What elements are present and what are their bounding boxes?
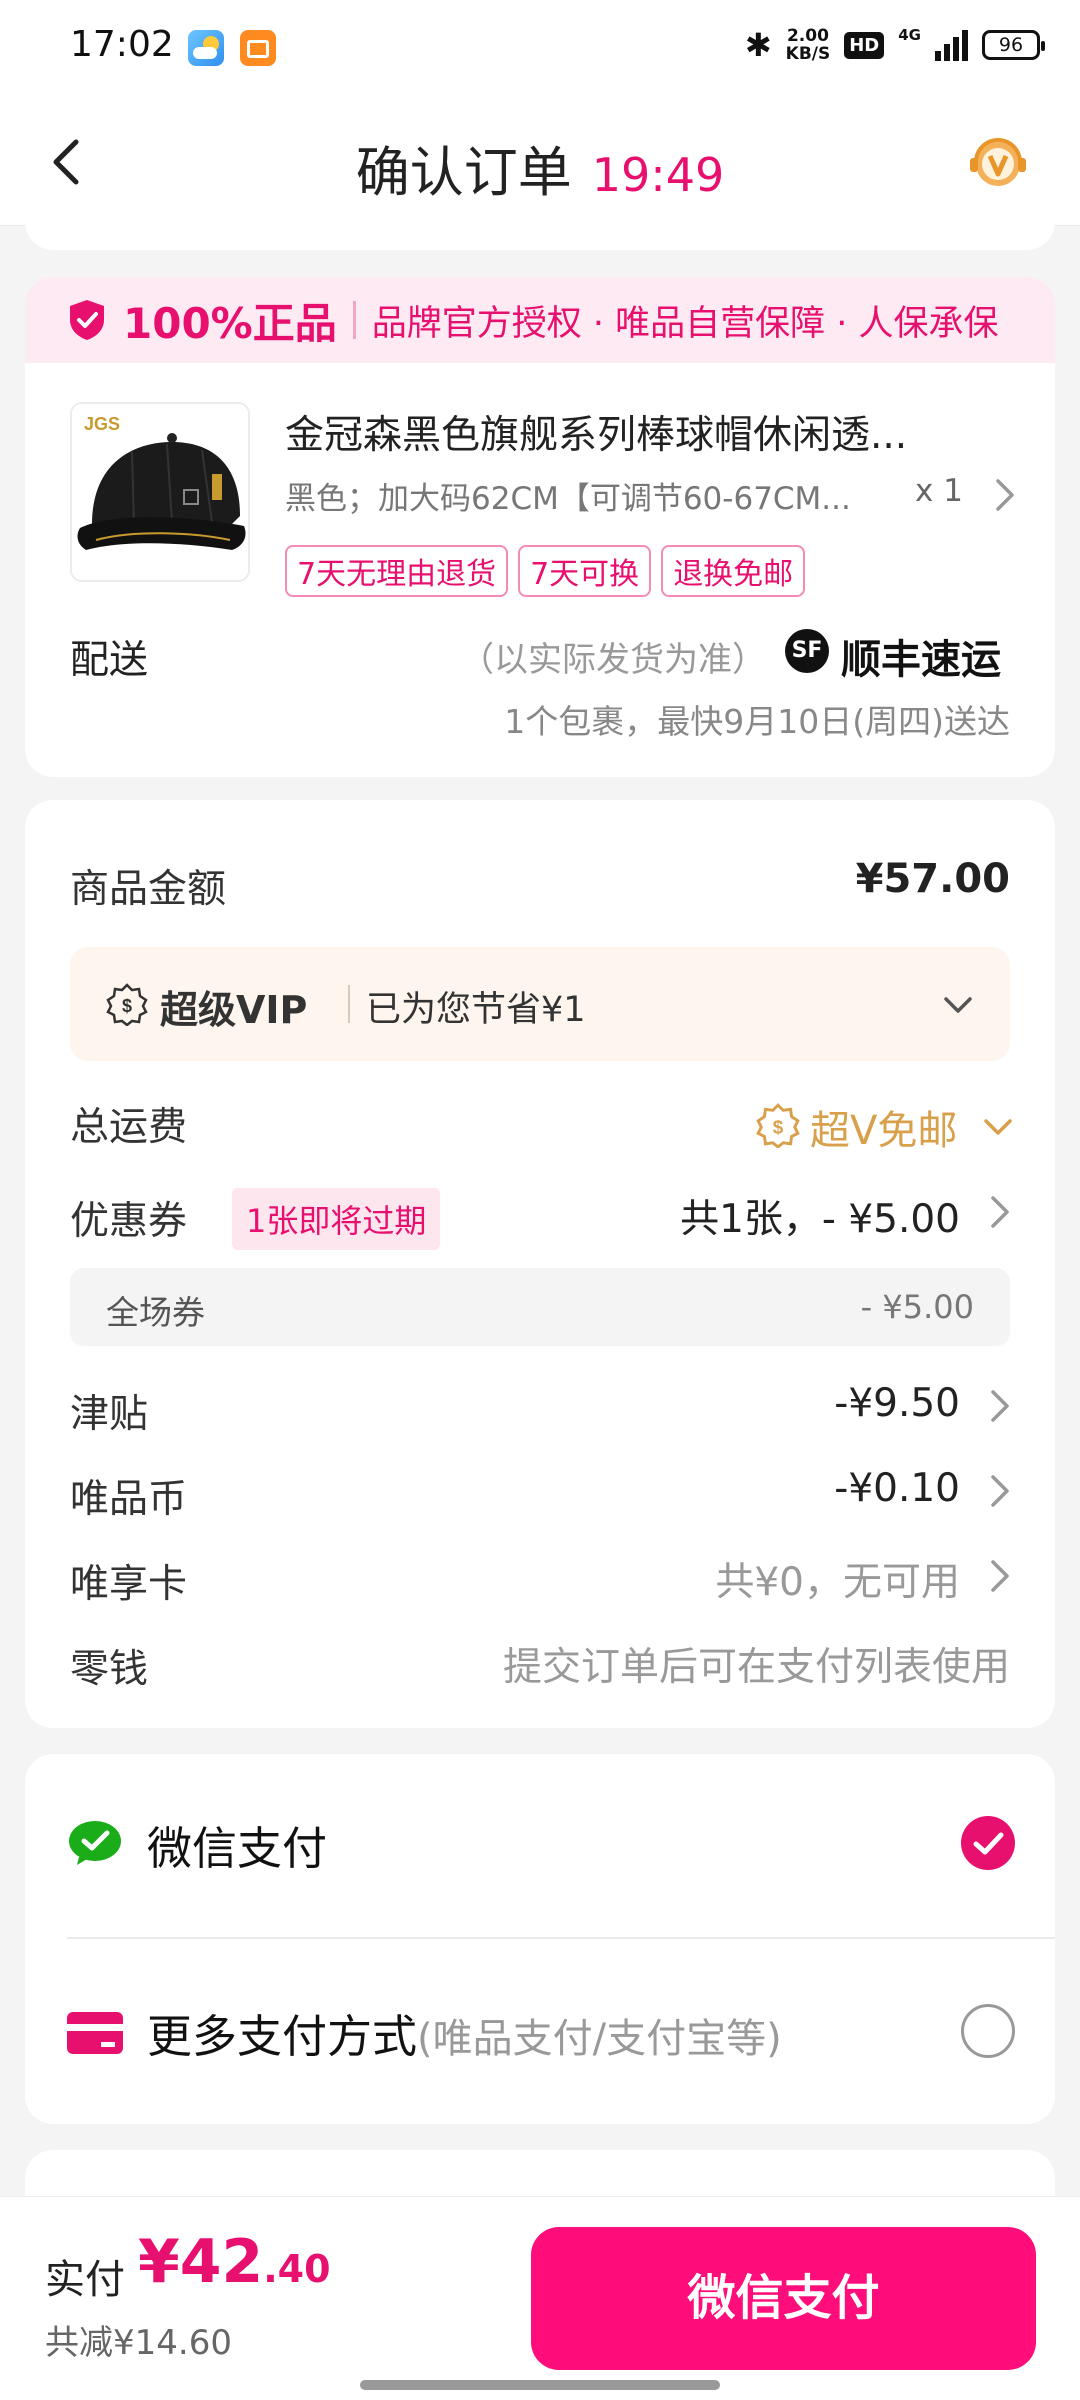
battery-icon: 96 bbox=[982, 30, 1045, 60]
guarantee-desc: 品牌官方授权 · 唯品自营保障 · 人保承保 bbox=[371, 303, 999, 344]
coupon-expiring-tag: 1张即将过期 bbox=[232, 1188, 441, 1250]
vip-customer-service-icon[interactable] bbox=[964, 128, 1032, 196]
member-card-value[interactable]: 共¥0，无可用 bbox=[715, 1551, 960, 1607]
bank-card-icon bbox=[67, 2012, 123, 2054]
delivery-eta: 1个包裹，最快9月10日(周四)送达 bbox=[504, 702, 1010, 741]
more-payment-sub: (唯品支付/支付宝等) bbox=[417, 2016, 782, 2062]
svg-text:$: $ bbox=[773, 1116, 784, 1137]
paid-amount: ¥42.40 bbox=[138, 2227, 331, 2297]
shipping-label: 配送 bbox=[70, 638, 149, 683]
bluetooth-icon: ✱ bbox=[744, 26, 772, 64]
wechat-pay-label: 微信支付 bbox=[147, 1822, 328, 1875]
service-tag: 7天无理由退货 bbox=[285, 545, 509, 597]
coupon-type-value: - ¥5.00 bbox=[860, 1288, 974, 1326]
vip-title: 超级VIP bbox=[160, 988, 308, 1032]
wechat-pay-radio-checked[interactable] bbox=[961, 1816, 1015, 1870]
payment-option-wechat[interactable]: 微信支付 bbox=[25, 1754, 1055, 1934]
vip-savings-text: 已为您节省¥1 bbox=[366, 990, 586, 1030]
coupon-detail-row: 全场券 - ¥5.00 bbox=[70, 1268, 1010, 1346]
wechat-pay-icon bbox=[69, 1821, 121, 1865]
chevron-down-icon[interactable] bbox=[980, 1115, 1016, 1139]
chevron-right-icon[interactable] bbox=[985, 1556, 1013, 1596]
coupon-label: 优惠券 bbox=[70, 1199, 188, 1244]
balance-label: 零钱 bbox=[70, 1647, 149, 1692]
status-bar: 17:02 ✱ 2.00 KB/S HD 4G 96 bbox=[0, 0, 1080, 98]
vip-badge-icon: $ bbox=[106, 983, 148, 1026]
network-speed: 2.00 KB/S bbox=[785, 26, 831, 64]
address-card-stub bbox=[25, 200, 1055, 250]
more-payment-radio[interactable] bbox=[961, 2004, 1015, 2058]
price-breakdown-card: 商品金额 ¥57.00 $ 超级VIP 已为您节省¥1 总运费 $ 超V免邮 优… bbox=[25, 800, 1055, 1728]
total-discount: 共减¥14.60 bbox=[45, 2323, 232, 2363]
freight-label: 总运费 bbox=[70, 1105, 188, 1150]
chevron-down-icon bbox=[944, 997, 972, 1013]
signal-icon bbox=[935, 29, 968, 61]
subsidy-value[interactable]: -¥9.50 bbox=[834, 1381, 960, 1426]
chevron-right-icon[interactable] bbox=[985, 1471, 1013, 1511]
vip-coin-value[interactable]: -¥0.10 bbox=[834, 1466, 960, 1511]
status-time: 17:02 bbox=[70, 24, 174, 65]
check-icon bbox=[973, 1832, 1004, 1855]
product-quantity: x 1 bbox=[915, 473, 963, 509]
chevron-right-icon[interactable] bbox=[985, 1192, 1013, 1232]
paid-label: 实付 bbox=[45, 2257, 125, 2303]
product-image[interactable]: JGS bbox=[70, 402, 250, 582]
sf-express-logo: SF bbox=[785, 629, 829, 673]
payment-method-card: 微信支付 更多支付方式(唯品支付/支付宝等) bbox=[25, 1754, 1055, 2124]
shield-check-icon bbox=[70, 300, 104, 340]
svg-text:JGS: JGS bbox=[84, 414, 120, 434]
freight-value[interactable]: 超V免邮 bbox=[810, 1098, 957, 1156]
goods-amount-value: ¥57.00 bbox=[855, 856, 1010, 902]
genuine-guarantee-bar[interactable]: 100%正品 品牌官方授权 · 唯品自营保障 · 人保承保 bbox=[25, 277, 1055, 363]
weather-app-icon bbox=[188, 30, 224, 66]
product-name[interactable]: 金冠森黑色旗舰系列棒球帽休闲透... bbox=[285, 404, 985, 460]
page-title: 确认订单 bbox=[355, 141, 572, 204]
checkout-bar: 实付 ¥42.40 共减¥14.60 微信支付 bbox=[0, 2196, 1080, 2400]
goods-amount-label: 商品金额 bbox=[70, 867, 227, 912]
service-tag: 7天可换 bbox=[518, 545, 652, 597]
chevron-right-icon[interactable] bbox=[990, 475, 1018, 515]
wechat-pay-button[interactable]: 微信支付 bbox=[531, 2227, 1036, 2370]
svg-text:$: $ bbox=[122, 996, 132, 1016]
status-indicators: ✱ 2.00 KB/S HD 4G 96 bbox=[744, 26, 1045, 64]
subsidy-label: 津贴 bbox=[70, 1392, 149, 1437]
countdown-timer: 19:49 bbox=[591, 148, 725, 202]
member-card-label: 唯享卡 bbox=[70, 1562, 188, 1607]
divider bbox=[67, 1937, 1055, 1939]
media-app-icon bbox=[240, 30, 276, 66]
divider bbox=[348, 985, 350, 1023]
genuine-title: 100%正品 bbox=[123, 298, 337, 348]
more-payment-label: 更多支付方式(唯品支付/支付宝等) bbox=[147, 2010, 782, 2063]
balance-value: 提交订单后可在支付列表使用 bbox=[502, 1645, 1010, 1690]
service-tags: 7天无理由退货 7天可换 退换免邮 bbox=[285, 545, 806, 597]
page-title-group: 确认订单 19:49 bbox=[0, 128, 1080, 207]
free-shipping-badge-icon: $ bbox=[756, 1103, 800, 1148]
hd-icon: HD bbox=[844, 31, 885, 59]
coupon-type: 全场券 bbox=[106, 1293, 205, 1332]
coupon-value[interactable]: 共1张，- ¥5.00 bbox=[680, 1188, 960, 1244]
service-tag: 退换免邮 bbox=[661, 545, 806, 597]
network-type: 4G bbox=[898, 26, 921, 44]
super-vip-savings[interactable]: $ 超级VIP 已为您节省¥1 bbox=[70, 947, 1010, 1061]
chevron-right-icon[interactable] bbox=[985, 1386, 1013, 1426]
payment-option-more[interactable]: 更多支付方式(唯品支付/支付宝等) bbox=[25, 1942, 1055, 2122]
product-card: 100%正品 品牌官方授权 · 唯品自营保障 · 人保承保 JGS 金冠森黑色旗… bbox=[25, 277, 1055, 777]
product-spec[interactable]: 黑色；加大码62CM【可调节60-67CM... bbox=[285, 473, 905, 518]
vip-coin-label: 唯品币 bbox=[70, 1477, 188, 1522]
home-indicator[interactable] bbox=[360, 2380, 720, 2390]
divider bbox=[352, 301, 356, 339]
cap-image: JGS bbox=[72, 404, 248, 580]
shipping-note: （以实际发货为准） bbox=[460, 640, 766, 680]
carrier-name: 顺丰速运 bbox=[841, 637, 1001, 683]
